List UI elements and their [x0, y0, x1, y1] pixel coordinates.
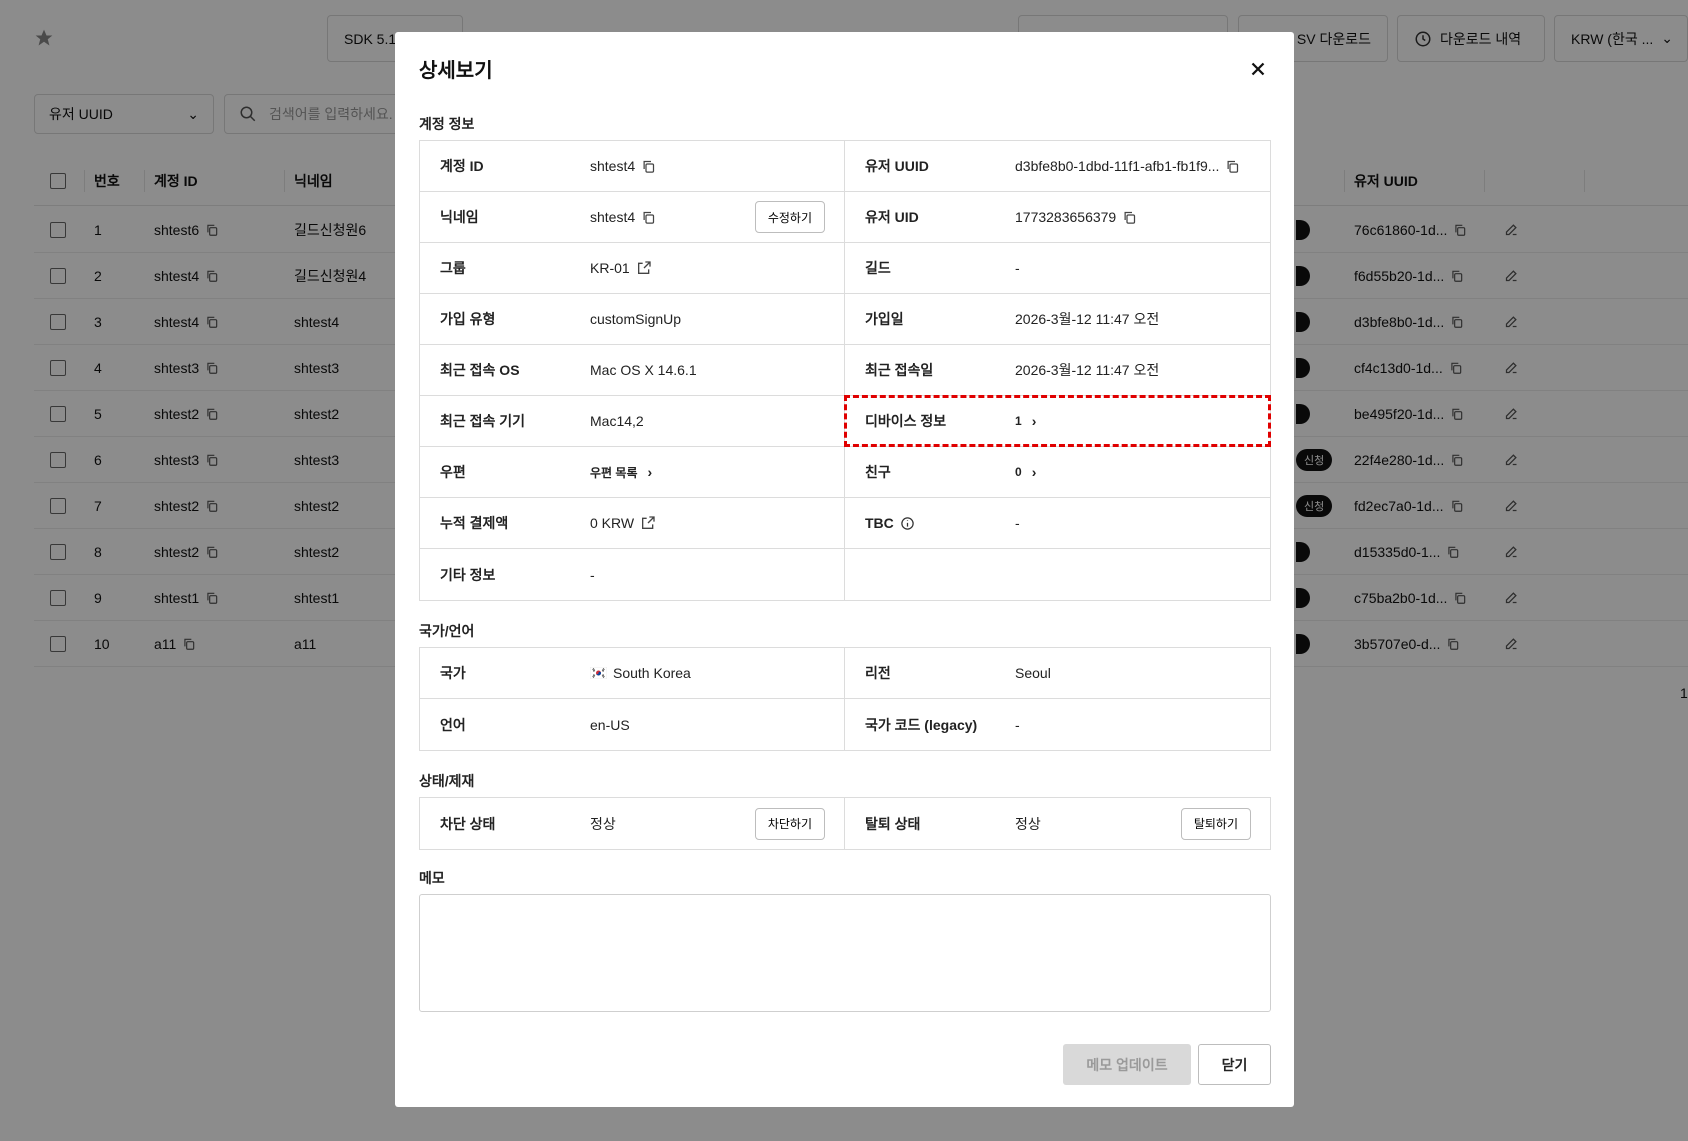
signup-date-label: 가입일 [865, 311, 904, 327]
chevron-right-icon[interactable]: › [1032, 413, 1037, 429]
recent-login-value: 2026-3월-12 11:47 오전 [1015, 362, 1160, 378]
guild-value: - [1015, 260, 1020, 276]
account-section-label: 계정 정보 [419, 116, 475, 132]
edit-nickname-button[interactable]: 수정하기 [754, 201, 825, 233]
external-link-icon[interactable] [640, 515, 656, 531]
copy-icon[interactable] [641, 159, 656, 174]
close-icon[interactable] [1247, 58, 1269, 80]
locale-section-label: 국가/언어 [419, 623, 475, 639]
guild-label: 길드 [865, 260, 891, 276]
recent-device-label: 최근 접속 기기 [440, 413, 526, 429]
account-info-grid: 계정 ID shtest4 유저 UUID d3bfe8b0-1dbd-11f1… [419, 140, 1271, 601]
recent-login-label: 최근 접속일 [865, 362, 934, 378]
user-uid-label: 유저 UID [865, 209, 919, 225]
mail-value: 우편 목록 [590, 465, 638, 480]
recent-os-value: Mac OS X 14.6.1 [590, 362, 697, 378]
signup-type-value: customSignUp [590, 311, 682, 327]
friends-link[interactable]: 0 › [1015, 464, 1036, 480]
payment-label: 누적 결제액 [440, 515, 509, 531]
copy-icon[interactable] [1225, 159, 1240, 174]
status-section-label: 상태/제재 [419, 773, 475, 789]
external-link-icon[interactable] [636, 260, 652, 276]
block-status-label: 차단 상태 [440, 815, 496, 832]
block-status-value: 정상 [590, 815, 616, 832]
status-grid: 차단 상태 정상 차단하기 탈퇴 상태 정상 탈퇴하기 [419, 797, 1271, 850]
country-code-value: - [1015, 716, 1020, 733]
device-info-cell[interactable]: 디바이스 정보 1 › [844, 395, 1271, 447]
device-info-value: 1 [1015, 414, 1022, 428]
withdraw-status-value: 정상 [1015, 815, 1041, 832]
mail-label: 우편 [440, 464, 466, 480]
recent-os-label: 최근 접속 OS [440, 362, 520, 378]
nickname-label: 닉네임 [440, 209, 479, 225]
device-info-label: 디바이스 정보 [865, 413, 947, 429]
memo-label: 메모 [419, 870, 445, 886]
signup-date-value: 2026-3월-12 11:47 오전 [1015, 311, 1160, 327]
memo-textarea[interactable] [419, 894, 1271, 1012]
friends-label: 친구 [865, 464, 891, 480]
user-uuid-value: d3bfe8b0-1dbd-11f1-afb1-fb1f9... [1015, 158, 1220, 174]
copy-icon[interactable] [641, 210, 656, 225]
tbc-label: TBC [865, 515, 894, 531]
country-label: 국가 [440, 665, 466, 681]
payment-value: 0 KRW [590, 515, 635, 531]
group-value: KR-01 [590, 260, 630, 276]
user-uid-value: 1773283656379 [1015, 209, 1117, 225]
region-label: 리전 [865, 665, 891, 681]
locale-grid: 국가 South Korea 리전 Seoul 언어 en-US 국가 코드 (… [419, 647, 1271, 751]
close-button[interactable]: 닫기 [1198, 1044, 1271, 1085]
etc-label: 기타 정보 [440, 566, 496, 583]
nickname-value: shtest4 [590, 209, 636, 225]
chevron-right-icon: › [647, 464, 653, 480]
group-label: 그룹 [440, 260, 466, 276]
account-id-value: shtest4 [590, 158, 636, 174]
region-value: Seoul [1015, 665, 1051, 681]
modal-title: 상세보기 [419, 60, 493, 82]
recent-device-value: Mac14,2 [590, 413, 644, 429]
withdraw-button[interactable]: 탈퇴하기 [1180, 807, 1251, 840]
country-value: South Korea [613, 665, 691, 681]
memo-update-button[interactable]: 메모 업데이트 [1063, 1044, 1191, 1085]
language-value: en-US [590, 716, 630, 733]
user-uuid-label: 유저 UUID [865, 158, 929, 174]
korea-flag-icon [590, 667, 607, 679]
tbc-value: - [1015, 515, 1020, 531]
account-id-label: 계정 ID [440, 158, 484, 174]
info-icon[interactable] [900, 516, 915, 531]
signup-type-label: 가입 유형 [440, 311, 496, 327]
etc-value: - [590, 566, 595, 583]
block-button[interactable]: 차단하기 [754, 807, 825, 840]
mail-list-link[interactable]: 우편 목록 › [590, 464, 652, 481]
country-code-label: 국가 코드 (legacy) [865, 716, 978, 733]
withdraw-status-label: 탈퇴 상태 [865, 815, 921, 832]
chevron-right-icon: › [1031, 464, 1037, 480]
language-label: 언어 [440, 716, 466, 733]
copy-icon[interactable] [1122, 210, 1137, 225]
friends-value: 0 [1015, 465, 1022, 479]
detail-modal: 상세보기 계정 정보 계정 ID shtest4 유저 UUID d3bfe8b… [395, 32, 1294, 1107]
